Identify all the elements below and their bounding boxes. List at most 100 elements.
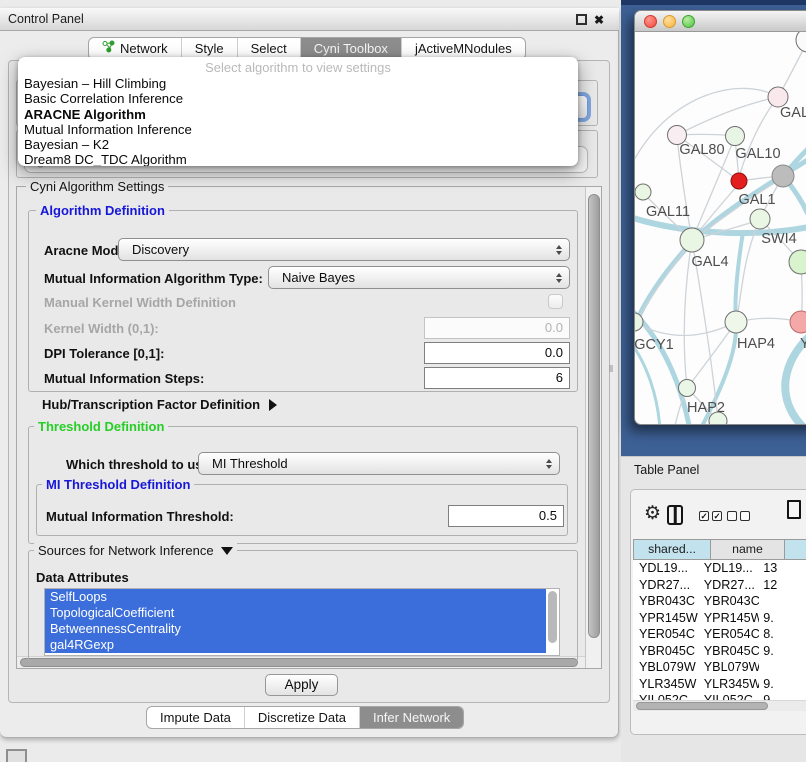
tab-label: Infer Network xyxy=(373,707,450,728)
network-node[interactable] xyxy=(768,87,788,107)
mi-steps-input[interactable]: 6 xyxy=(424,367,570,389)
tab-impute-data[interactable]: Impute Data xyxy=(147,707,244,728)
table-row[interactable]: YBR045CYBR045C9. xyxy=(633,643,806,660)
table-row[interactable]: YPR145WYPR145W9. xyxy=(633,610,806,627)
table-cell: YDL19... xyxy=(633,560,698,577)
gear-icon[interactable]: ⚙ xyxy=(644,503,661,525)
tab-infer-network[interactable]: Infer Network xyxy=(359,707,463,728)
table-row[interactable]: YDR27...YDR27...12 xyxy=(633,577,806,594)
close-traffic-light-icon[interactable] xyxy=(644,15,657,28)
expand-arrow-icon xyxy=(269,399,277,411)
node-label-gal11: GAL11 xyxy=(646,204,690,220)
table-cell: YER054C xyxy=(633,626,698,643)
deselect-all-icon[interactable] xyxy=(727,511,750,521)
algorithm-option-bayesian-k2[interactable]: Bayesian – K2 xyxy=(18,137,578,152)
network-node[interactable] xyxy=(726,127,745,146)
float-window-icon[interactable] xyxy=(576,14,587,25)
network-node[interactable] xyxy=(796,32,806,52)
algorithm-option-aracne-algorithm[interactable]: ARACNE Algorithm xyxy=(18,107,578,122)
tab-select[interactable]: Select xyxy=(237,38,300,59)
table-cell: 9. xyxy=(759,643,806,660)
minimize-traffic-light-icon[interactable] xyxy=(663,15,676,28)
close-icon[interactable]: ✖ xyxy=(594,10,604,30)
zoom-traffic-light-icon[interactable] xyxy=(682,15,695,28)
manual-kernel-label: Manual Kernel Width Definition xyxy=(44,295,236,310)
sources-group-header[interactable]: Sources for Network Inference xyxy=(34,543,237,558)
list-scrollbar-thumb[interactable] xyxy=(548,591,557,643)
table-row[interactable]: YLR345WYLR345W9. xyxy=(633,676,806,693)
network-node[interactable] xyxy=(635,184,651,200)
network-node[interactable] xyxy=(725,311,747,333)
mi-threshold-definition-title: MI Threshold Definition xyxy=(42,477,194,492)
algorithm-option-basic-correlation-inference[interactable]: Basic Correlation Inference xyxy=(18,91,578,106)
network-node[interactable] xyxy=(789,250,806,274)
which-threshold-value: MI Threshold xyxy=(212,456,288,471)
column-header-name[interactable]: name xyxy=(711,539,785,560)
dpi-tolerance-input[interactable]: 0.0 xyxy=(424,342,570,364)
minimized-panel-icon[interactable] xyxy=(6,749,27,762)
column-header-a[interactable]: A xyxy=(785,539,806,560)
table-row[interactable]: YBR043CYBR043C xyxy=(633,593,806,610)
scrollbar-thumb[interactable] xyxy=(588,194,600,638)
attribute-item-betweennesscentrality[interactable]: BetweennessCentrality xyxy=(45,621,546,637)
columns-icon[interactable] xyxy=(667,505,683,525)
control-panel-titlebar[interactable] xyxy=(0,8,619,31)
algorithm-option-dream8-dc-tdc-algorithm[interactable]: Dream8 DC_TDC Algorithm xyxy=(18,152,578,166)
hub-definition-expander[interactable]: Hub/Transcription Factor Definition xyxy=(42,397,277,412)
apply-button[interactable]: Apply xyxy=(265,674,338,696)
manual-kernel-checkbox[interactable] xyxy=(548,294,563,309)
hub-definition-label: Hub/Transcription Factor Definition xyxy=(42,397,260,412)
table-row[interactable]: YBL079WYBL079W xyxy=(633,659,806,676)
mi-type-label: Mutual Information Algorithm Type: xyxy=(44,267,263,290)
dropdown-placeholder: Select algorithm to view settings xyxy=(18,60,578,76)
mi-algorithm-type-select[interactable]: Naive Bayes xyxy=(268,266,570,289)
table-cell: YPR145W xyxy=(698,610,760,627)
attribute-item-gal4rgexp[interactable]: gal4RGexp xyxy=(45,637,546,653)
data-attributes-list[interactable]: SelfLoopsTopologicalCoefficientBetweenne… xyxy=(44,588,560,656)
aracne-mode-select[interactable]: Discovery xyxy=(118,238,570,261)
tab-cyni-toolbox[interactable]: Cyni Toolbox xyxy=(300,38,401,59)
network-node[interactable] xyxy=(790,311,806,333)
table-cell: YBR045C xyxy=(633,643,698,660)
table-cell: YDR27... xyxy=(633,577,698,594)
attribute-item-topologicalcoefficient[interactable]: TopologicalCoefficient xyxy=(45,605,546,621)
table-row[interactable]: YIL052CYIL052C9. xyxy=(633,692,806,700)
node-label-y: Y xyxy=(800,336,806,352)
tab-network[interactable]: Network xyxy=(89,38,181,59)
node-label-gal1: GAL1 xyxy=(738,192,775,208)
network-canvas[interactable]: GALGAL80GAL10GAL1GAL11SWI4GAL4GCY1HAP4YH… xyxy=(635,32,806,424)
node-label-gal4: GAL4 xyxy=(691,254,728,270)
table-panel-title: Table Panel xyxy=(634,463,699,477)
network-node[interactable] xyxy=(772,165,794,187)
network-edge xyxy=(740,97,778,174)
tab-jactivemnodules[interactable]: jActiveMNodules xyxy=(401,38,525,59)
network-node[interactable] xyxy=(750,209,770,229)
settings-group-title: Cyni Algorithm Settings xyxy=(26,179,168,194)
network-node[interactable] xyxy=(679,380,696,397)
table-cell: 9. xyxy=(759,676,806,693)
tab-style[interactable]: Style xyxy=(181,38,237,59)
algorithm-option-bayesian-hill-climbing[interactable]: Bayesian – Hill Climbing xyxy=(18,76,578,91)
sources-title: Sources for Network Inference xyxy=(38,543,214,558)
node-label-gal80: GAL80 xyxy=(679,142,724,158)
table-cell: YER054C xyxy=(698,626,760,643)
network-node[interactable] xyxy=(731,173,747,189)
tab-discretize-data[interactable]: Discretize Data xyxy=(244,707,359,728)
table-row[interactable]: YER054CYER054C8. xyxy=(633,626,806,643)
algorithm-option-mutual-information-inference[interactable]: Mutual Information Inference xyxy=(18,122,578,137)
settings-vertical-scrollbar[interactable] xyxy=(585,187,601,668)
attribute-item-selfloops[interactable]: SelfLoops xyxy=(45,589,546,605)
mi-threshold-input[interactable]: 0.5 xyxy=(448,505,564,527)
aracne-mode-value: Discovery xyxy=(132,242,189,257)
scrollbar-thumb[interactable] xyxy=(636,702,768,710)
network-window-titlebar[interactable] xyxy=(635,11,806,32)
table-row[interactable]: YDL19...YDL19...13 xyxy=(633,560,806,577)
node-label-gal10: GAL10 xyxy=(735,146,780,162)
column-header-shared[interactable]: shared... xyxy=(633,539,711,560)
which-threshold-select[interactable]: MI Threshold xyxy=(198,452,560,475)
kernel-width-input[interactable]: 0.0 xyxy=(424,317,570,339)
document-icon[interactable] xyxy=(787,500,801,519)
cursor-artifact xyxy=(609,365,613,372)
network-node[interactable] xyxy=(680,228,704,252)
select-all-icon[interactable]: ✓✓ xyxy=(699,511,722,521)
